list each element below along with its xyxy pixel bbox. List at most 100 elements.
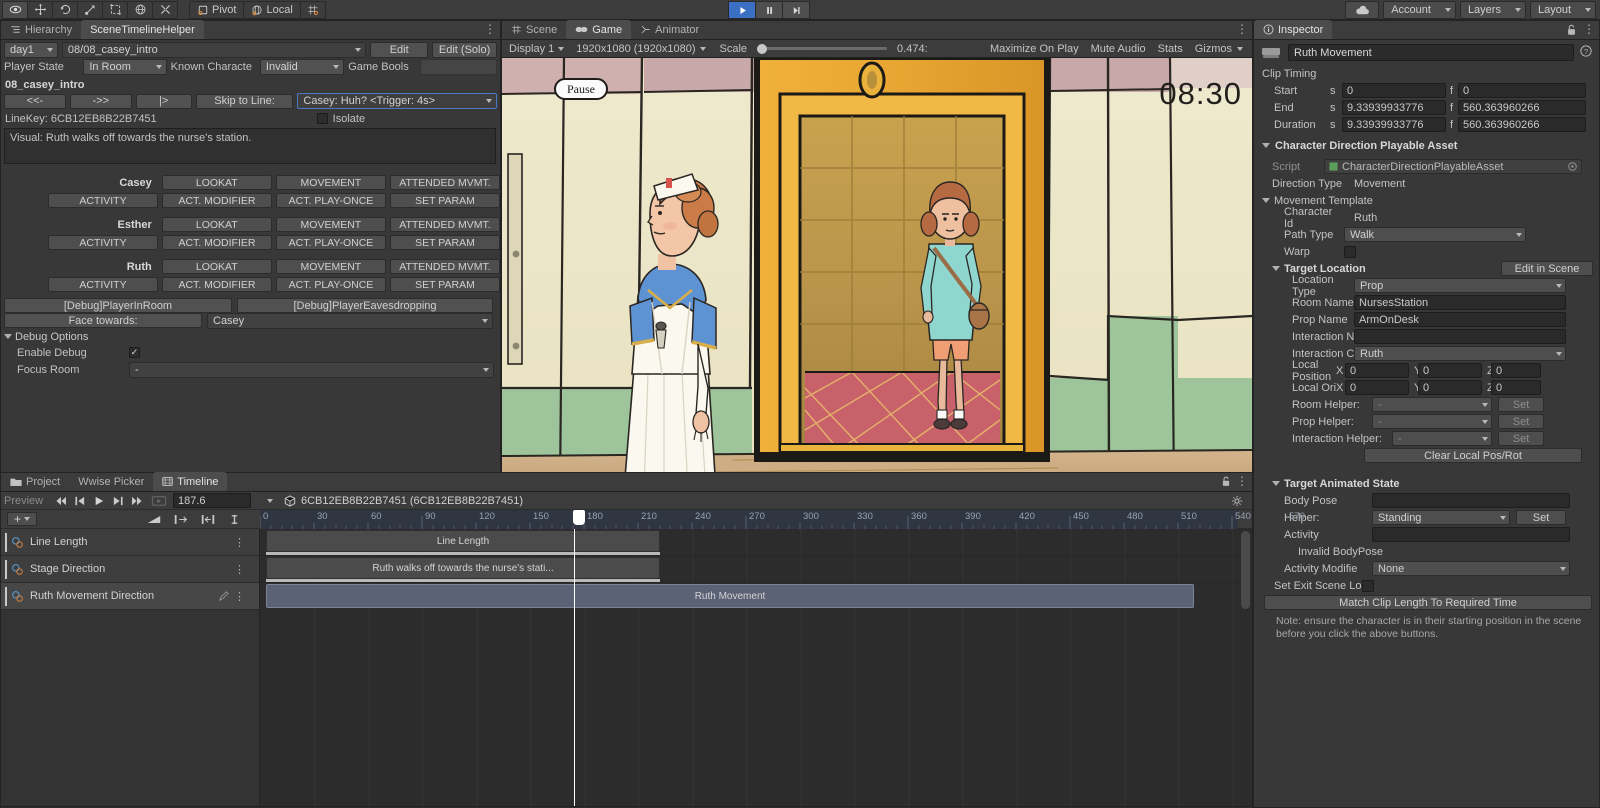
ruth-activity-button[interactable]: ACTIVITY: [47, 277, 158, 292]
face-towards-button[interactable]: Face towards:: [4, 313, 202, 328]
target-animated-foldout[interactable]: Target Animated State: [1254, 475, 1599, 492]
room-helper-set-button[interactable]: Set: [1498, 397, 1544, 412]
tab-scene-timeline-helper[interactable]: SceneTimelineHelper: [81, 20, 204, 39]
playhead-handle[interactable]: [573, 510, 585, 525]
rotate-tool-icon[interactable]: [52, 0, 78, 19]
local-orientation-z-field[interactable]: 0: [1491, 380, 1541, 395]
edit-button[interactable]: Edit: [370, 41, 429, 58]
track-edit-icon[interactable]: [219, 591, 229, 601]
pivot-toggle[interactable]: Pivot: [189, 0, 245, 19]
lock-playhead-icon[interactable]: [226, 512, 243, 527]
enable-debug-checkbox[interactable]: ✓: [129, 347, 140, 358]
track-menu-icon[interactable]: [234, 563, 245, 576]
clip-line-length[interactable]: Line Length: [266, 530, 660, 552]
esther-movement-button[interactable]: MOVEMENT: [275, 217, 386, 232]
line-dropdown[interactable]: Casey: Huh? <Trigger: 4s>: [297, 93, 498, 109]
mix-mode-icon[interactable]: [145, 512, 162, 527]
account-dropdown[interactable]: Account: [1383, 1, 1456, 19]
help-icon[interactable]: ?: [1580, 45, 1593, 60]
helper-set-button[interactable]: Set: [1516, 510, 1566, 525]
skip-to-end-button[interactable]: [128, 493, 145, 508]
isolate-checkbox[interactable]: [316, 113, 328, 124]
left-panel-menu-icon[interactable]: [484, 24, 496, 34]
clip-lane-1[interactable]: Ruth walks off towards the nurse's stati…: [261, 556, 1238, 583]
local-toggle[interactable]: Local: [243, 0, 301, 19]
casey-movement-button[interactable]: MOVEMENT: [275, 175, 386, 190]
start-seconds-field[interactable]: 0: [1342, 83, 1446, 98]
known-character-dropdown[interactable]: Invalid: [259, 58, 345, 75]
clear-local-button[interactable]: Clear Local Pos/Rot: [1364, 448, 1582, 463]
esther-act-playonce-button[interactable]: ACT. PLAY-ONCE: [275, 235, 386, 250]
tab-timeline[interactable]: Timeline: [153, 472, 228, 491]
interaction-name-field[interactable]: [1354, 329, 1566, 344]
end-seconds-field[interactable]: 9.33939933776: [1342, 100, 1446, 115]
rect-tool-icon[interactable]: [102, 0, 128, 19]
hand-tool-icon[interactable]: [2, 0, 28, 19]
display-dropdown[interactable]: Display 1: [505, 41, 568, 57]
grid-snap-icon[interactable]: [299, 0, 326, 19]
visual-text-box[interactable]: Visual: Ruth walks off towards the nurse…: [4, 128, 496, 164]
casey-activity-button[interactable]: ACTIVITY: [47, 193, 158, 208]
step-button[interactable]: [782, 1, 810, 19]
scene-dropdown[interactable]: 08/08_casey_intro: [61, 41, 367, 58]
script-field[interactable]: CharacterDirectionPlayableAsset: [1324, 159, 1582, 174]
tab-wwise-picker[interactable]: Wwise Picker: [69, 472, 153, 491]
track-menu-icon[interactable]: [234, 536, 245, 549]
gizmos-dropdown[interactable]: Gizmos: [1189, 41, 1249, 57]
prop-helper-dropdown[interactable]: -: [1372, 414, 1492, 429]
body-pose-field[interactable]: [1372, 493, 1570, 508]
tab-scene[interactable]: Scene: [502, 20, 566, 39]
casey-act-modifier-button[interactable]: ACT. MODIFIER: [161, 193, 272, 208]
local-orientation-x-field[interactable]: 0: [1345, 380, 1409, 395]
interaction-helper-dropdown[interactable]: -: [1392, 431, 1492, 446]
inspector-menu-icon[interactable]: [1583, 24, 1595, 34]
layers-dropdown[interactable]: Layers: [1459, 1, 1526, 19]
tab-project[interactable]: Project: [1, 472, 69, 491]
ripple-edit-icon[interactable]: [172, 512, 189, 527]
transform-tool-icon[interactable]: [127, 0, 153, 19]
timeline-settings-icon[interactable]: [1228, 493, 1245, 508]
ruth-set-param-button[interactable]: SET PARAM: [390, 277, 500, 292]
prop-name-field[interactable]: ArmOnDesk: [1354, 312, 1566, 327]
asset-foldout[interactable]: Character Direction Playable Asset: [1254, 137, 1599, 154]
object-name-field[interactable]: Ruth Movement: [1288, 44, 1574, 61]
focus-room-dropdown[interactable]: -: [129, 361, 494, 378]
casey-act-playonce-button[interactable]: ACT. PLAY-ONCE: [275, 193, 386, 208]
timeline-current-time-field[interactable]: 187.6: [173, 493, 251, 508]
clip-ruth-movement[interactable]: Ruth Movement: [266, 584, 1194, 608]
scale-slider[interactable]: [757, 43, 888, 54]
replace-edit-icon[interactable]: [199, 512, 216, 527]
match-clip-button[interactable]: Match Clip Length To Required Time: [1264, 595, 1592, 610]
skip-to-line-button[interactable]: Skip to Line:: [195, 93, 294, 109]
ruth-act-playonce-button[interactable]: ACT. PLAY-ONCE: [275, 277, 386, 292]
tab-inspector[interactable]: Inspector: [1254, 20, 1333, 39]
interaction-helper-set-button[interactable]: Set: [1498, 431, 1544, 446]
prop-helper-set-button[interactable]: Set: [1498, 414, 1544, 429]
edit-in-scene-button[interactable]: Edit in Scene: [1501, 261, 1593, 276]
timeline-options-chevron[interactable]: [261, 493, 278, 508]
scale-slider-knob[interactable]: [757, 43, 768, 54]
track-menu-icon[interactable]: [234, 590, 245, 603]
start-frames-field[interactable]: 0: [1458, 83, 1586, 98]
clip-stage-direction[interactable]: Ruth walks off towards the nurse's stati…: [266, 557, 660, 579]
tab-animator[interactable]: Animator: [631, 20, 708, 39]
player-state-dropdown[interactable]: In Room: [83, 58, 167, 75]
debug-options-foldout[interactable]: Debug Options: [4, 331, 88, 343]
track-header-stage-direction[interactable]: Stage Direction: [1, 556, 259, 583]
play-button[interactable]: [728, 1, 756, 19]
timeline-play-button[interactable]: [90, 493, 107, 508]
track-header-ruth-movement-direction[interactable]: Ruth Movement Direction: [1, 583, 259, 610]
esther-activity-button[interactable]: ACTIVITY: [47, 235, 158, 250]
nav-here-button[interactable]: |>: [135, 93, 192, 109]
activity-modifier-dropdown[interactable]: None: [1372, 561, 1570, 576]
day-dropdown[interactable]: day1: [4, 41, 58, 58]
clip-lane-2[interactable]: Ruth Movement: [261, 583, 1238, 610]
debug-player-eavesdropping-button[interactable]: [Debug]PlayerEavesdropping: [237, 298, 493, 313]
timeline-ruler[interactable]: 0 30 60 90 120 150 180 210 240 270 300 330 360 390 420…: [259, 510, 1305, 529]
casey-attended-mvmt-button[interactable]: ATTENDED MVMT.: [389, 175, 500, 190]
esther-act-modifier-button[interactable]: ACT. MODIFIER: [161, 235, 272, 250]
ruth-lookat-button[interactable]: LOOKAT: [161, 259, 272, 274]
mute-audio-toggle[interactable]: Mute Audio: [1085, 41, 1152, 57]
layout-dropdown[interactable]: Layout: [1529, 1, 1596, 19]
move-tool-icon[interactable]: [27, 0, 53, 19]
